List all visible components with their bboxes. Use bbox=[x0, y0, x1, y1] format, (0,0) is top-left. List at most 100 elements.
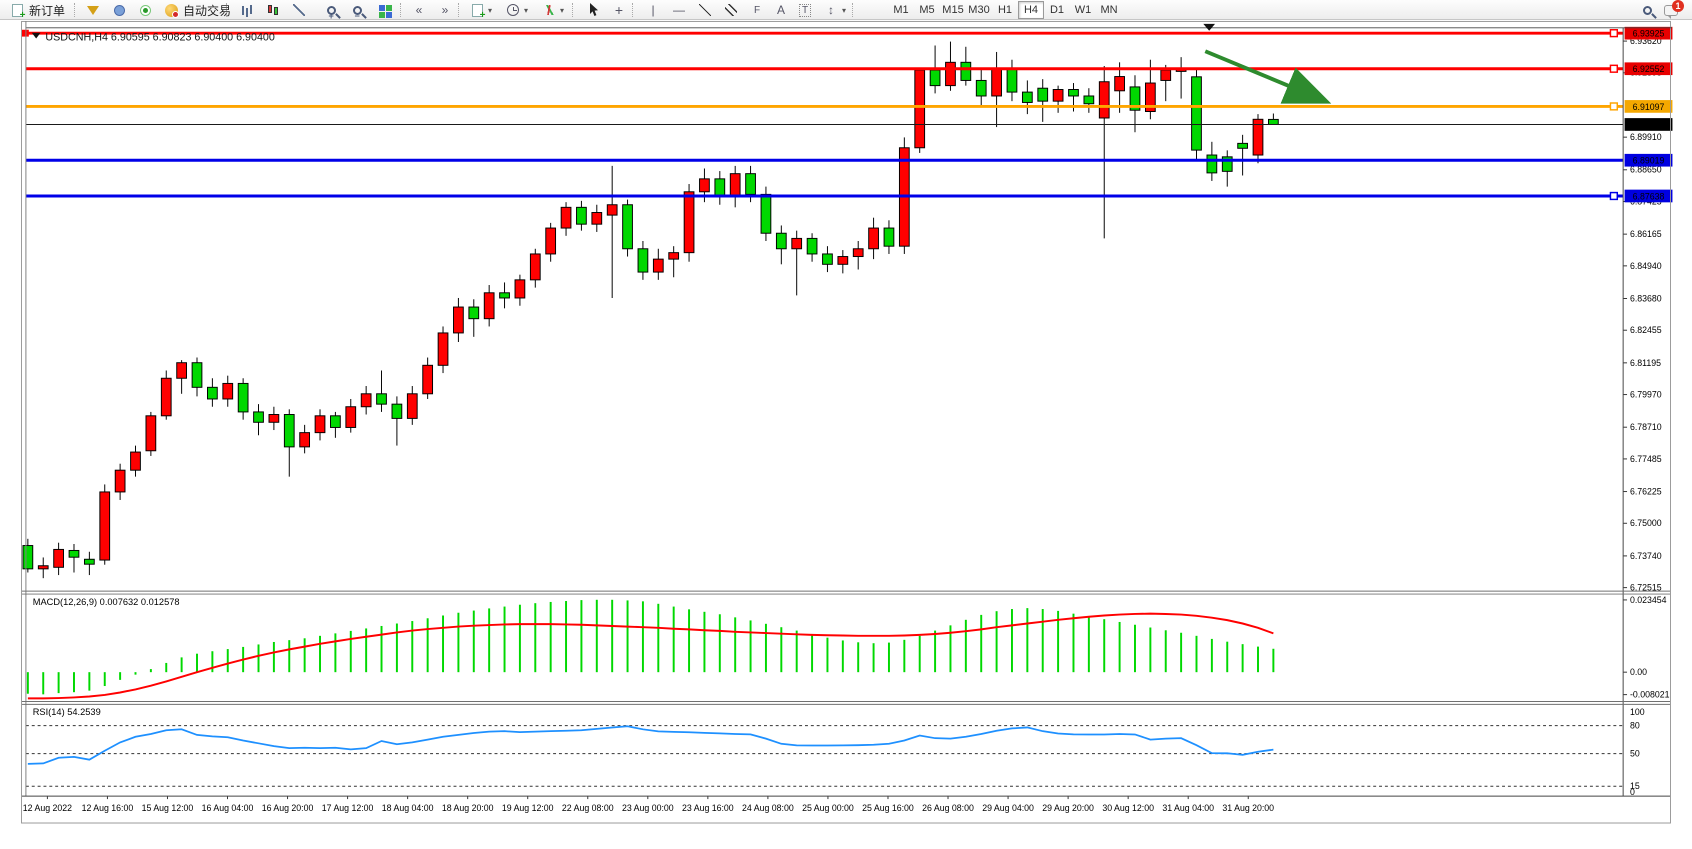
text-label-tool[interactable]: T bbox=[792, 1, 818, 19]
new-order-label: 新订单 bbox=[29, 2, 65, 19]
line-chart-icon bbox=[290, 2, 308, 18]
chart-background bbox=[20, 20, 1672, 824]
toolbar-separator bbox=[458, 3, 461, 17]
time-axis-label: 18 Aug 04:00 bbox=[382, 803, 434, 813]
time-axis-label: 12 Aug 16:00 bbox=[82, 803, 134, 813]
horizontal-line-tool[interactable]: — bbox=[666, 1, 692, 19]
line-chart-mode-button[interactable] bbox=[286, 1, 312, 19]
text-icon: A bbox=[772, 2, 790, 18]
new-chart-icon: + bbox=[468, 2, 486, 18]
macd-axis-label: 0.023454 bbox=[1630, 595, 1667, 605]
price-badge-label: 6.91097 bbox=[1633, 102, 1665, 112]
chevron-down-icon: ▾ bbox=[524, 6, 528, 15]
rsi-axis-label: 50 bbox=[1630, 749, 1640, 759]
styler-button[interactable] bbox=[80, 1, 106, 19]
time-axis-label: 16 Aug 04:00 bbox=[202, 803, 254, 813]
timeframe-button-mn[interactable]: MN bbox=[1096, 1, 1122, 19]
price-tick-label: 6.79970 bbox=[1630, 389, 1662, 399]
price-tick-label: 6.89910 bbox=[1630, 132, 1662, 142]
price-tick-label: 6.78710 bbox=[1630, 422, 1662, 432]
tile-windows-icon bbox=[376, 2, 394, 18]
tile-windows-button[interactable] bbox=[372, 1, 398, 19]
search-icon bbox=[1638, 2, 1656, 18]
time-axis-label: 15 Aug 12:00 bbox=[142, 803, 194, 813]
price-tick-label: 6.76225 bbox=[1630, 486, 1662, 496]
candle bbox=[915, 69, 925, 153]
time-axis-label: 31 Aug 04:00 bbox=[1162, 803, 1214, 813]
crosshair-tool-button[interactable]: + bbox=[606, 1, 632, 19]
time-axis-label: 16 Aug 20:00 bbox=[262, 803, 314, 813]
time-axis-label: 19 Aug 12:00 bbox=[502, 803, 554, 813]
zoom-out-button[interactable]: − bbox=[344, 1, 370, 19]
timeframe-button-w1[interactable]: W1 bbox=[1070, 1, 1096, 19]
notification-badge: 1 bbox=[1672, 0, 1684, 12]
indicators-icon bbox=[540, 2, 558, 18]
timeframe-button-m1[interactable]: M1 bbox=[888, 1, 914, 19]
chart-title: USDCNH,H4 6.90595 6.90823 6.90400 6.9040… bbox=[45, 32, 274, 44]
vertical-line-icon: | bbox=[644, 2, 662, 18]
price-badge-label: 6.93925 bbox=[1633, 29, 1665, 39]
trendline-tool[interactable] bbox=[692, 1, 718, 19]
time-axis-label: 18 Aug 20:00 bbox=[442, 803, 494, 813]
profile-button[interactable] bbox=[106, 1, 132, 19]
line-anchor-marker[interactable] bbox=[1610, 65, 1617, 72]
toolbar-separator bbox=[400, 3, 403, 17]
price-badge-label: 6.87638 bbox=[1633, 191, 1665, 201]
candle bbox=[100, 484, 110, 564]
period-dropdown[interactable]: ▾ bbox=[500, 1, 532, 19]
time-axis-label: 22 Aug 08:00 bbox=[562, 803, 614, 813]
fibonacci-tool[interactable]: F bbox=[744, 1, 770, 19]
search-button[interactable] bbox=[1634, 1, 1660, 19]
chart-canvas[interactable]: 6.936206.923956.899106.886506.874256.861… bbox=[0, 20, 1692, 844]
price-badge-label: 6.92552 bbox=[1633, 64, 1665, 74]
line-anchor-marker[interactable] bbox=[1610, 30, 1617, 37]
time-axis-label: 30 Aug 12:00 bbox=[1102, 803, 1154, 813]
time-axis-label: 31 Aug 20:00 bbox=[1222, 803, 1274, 813]
channel-tool[interactable] bbox=[718, 1, 744, 19]
chart-shift-button[interactable]: » bbox=[432, 1, 458, 19]
chevron-down-icon: ▾ bbox=[488, 6, 492, 15]
trendline-icon bbox=[696, 2, 714, 18]
chart-shift-icon: » bbox=[436, 2, 454, 18]
candle-chart-mode-button[interactable] bbox=[260, 1, 286, 19]
price-badge-label: 6.90400 bbox=[1633, 120, 1665, 130]
line-anchor-marker[interactable] bbox=[1610, 103, 1617, 110]
price-tick-label: 6.83680 bbox=[1630, 293, 1662, 303]
signal-icon bbox=[136, 2, 154, 18]
price-tick-label: 6.81195 bbox=[1630, 358, 1661, 368]
arrows-icon: ↕ bbox=[822, 2, 840, 18]
toolbar-separator bbox=[632, 3, 635, 17]
auto-scroll-button[interactable]: « bbox=[406, 1, 432, 19]
signal-button[interactable] bbox=[132, 1, 158, 19]
timeframe-button-m15[interactable]: M15 bbox=[940, 1, 966, 19]
text-tool[interactable]: A bbox=[768, 1, 794, 19]
indicators-dropdown[interactable]: ▾ bbox=[536, 1, 568, 19]
vertical-line-tool[interactable]: | bbox=[640, 1, 666, 19]
price-badge-label: 6.89019 bbox=[1633, 156, 1665, 166]
price-tick-label: 6.73740 bbox=[1630, 551, 1662, 561]
rsi-axis-label: 80 bbox=[1630, 721, 1640, 731]
timeframe-button-m30[interactable]: M30 bbox=[966, 1, 992, 19]
arrows-tool-dropdown[interactable]: ↕ ▾ bbox=[818, 1, 850, 19]
fibonacci-icon: F bbox=[748, 2, 766, 18]
timeframe-button-m5[interactable]: M5 bbox=[914, 1, 940, 19]
timeframe-button-d1[interactable]: D1 bbox=[1044, 1, 1070, 19]
cursor-tool-button[interactable] bbox=[580, 1, 606, 19]
line-anchor-marker[interactable] bbox=[22, 30, 29, 37]
main-toolbar: + 新订单 自动交易 + − « » + ▾ bbox=[0, 0, 1692, 20]
notifications-button[interactable]: 1 bbox=[1660, 1, 1682, 19]
auto-trading-button[interactable]: 自动交易 bbox=[158, 1, 235, 19]
macd-label: MACD(12,26,9) 0.007632 0.012578 bbox=[33, 597, 180, 607]
zoom-in-button[interactable]: + bbox=[318, 1, 344, 19]
new-chart-dropdown[interactable]: + ▾ bbox=[464, 1, 496, 19]
time-axis-label: 29 Aug 20:00 bbox=[1042, 803, 1094, 813]
bar-chart-mode-button[interactable] bbox=[234, 1, 260, 19]
new-order-button[interactable]: + 新订单 bbox=[4, 1, 69, 19]
chat-bubble-icon: 1 bbox=[1664, 5, 1678, 16]
timeframe-buttons: M1M5M15M30H1H4D1W1MN bbox=[888, 1, 1122, 19]
line-anchor-marker[interactable] bbox=[1610, 193, 1617, 200]
timeframe-button-h1[interactable]: H1 bbox=[992, 1, 1018, 19]
auto-trading-icon bbox=[162, 2, 180, 18]
chevron-down-icon: ▾ bbox=[842, 6, 846, 15]
timeframe-button-h4[interactable]: H4 bbox=[1018, 1, 1044, 19]
